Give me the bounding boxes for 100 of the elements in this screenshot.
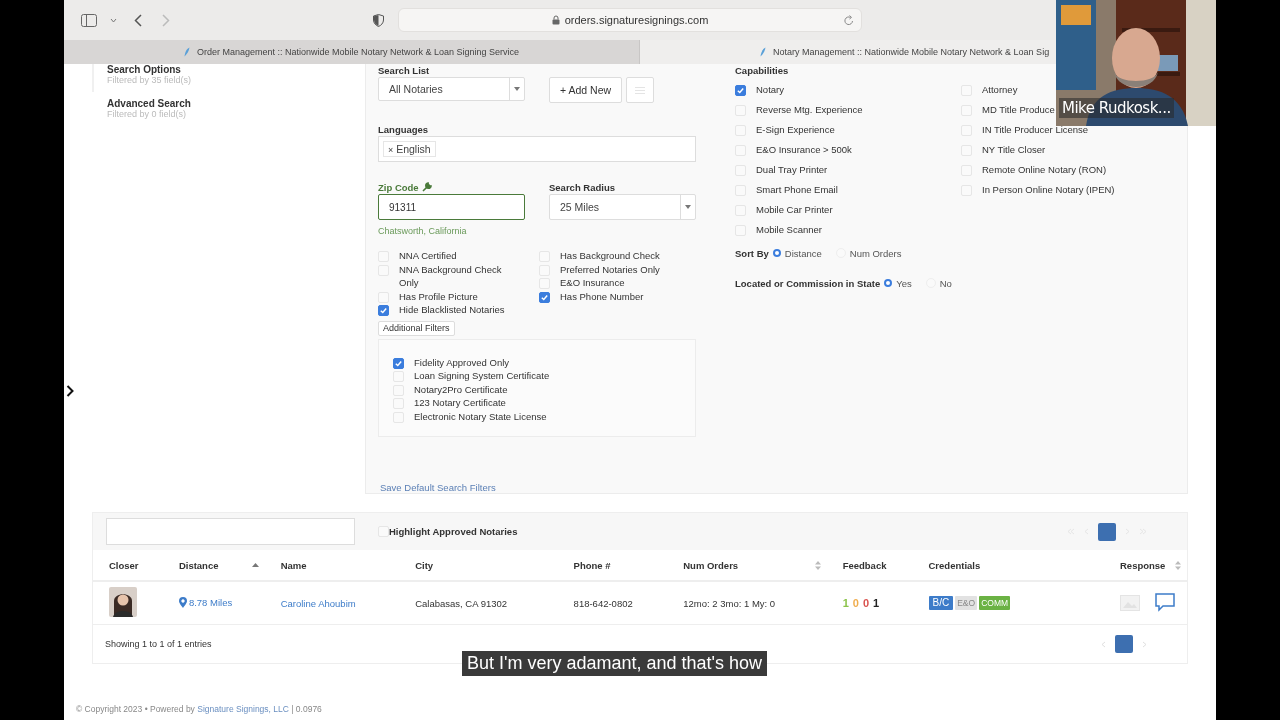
quill-icon (183, 47, 190, 57)
wrench-icon (421, 182, 432, 192)
current-page-button[interactable] (1098, 522, 1116, 541)
entries-info: Showing 1 to 1 of 1 entries (105, 639, 212, 649)
radio-label: Yes (896, 277, 912, 289)
checkbox-label: NNA Background Check Only (399, 262, 503, 290)
checkbox-label: Dual Tray Printer (756, 163, 828, 177)
footer-text: © Copyright 2023 • Powered by Signature Signings, LLC | 0.0976 (76, 704, 323, 714)
sort-icon[interactable] (814, 560, 821, 570)
shield-icon[interactable] (373, 13, 384, 27)
search-radius-select[interactable]: 25 Miles (549, 194, 696, 220)
checkbox-label: Notary (756, 83, 784, 97)
checkbox-label: NY Title Closer (982, 143, 1046, 157)
lock-icon (551, 15, 560, 25)
column-header[interactable]: Phone # (573, 559, 611, 571)
search-field[interactable] (106, 518, 355, 545)
radio-button[interactable] (772, 249, 781, 257)
column-header[interactable]: City (415, 559, 434, 571)
table-cell: Calabasas, CA 91302 (415, 597, 508, 609)
checkbox-label: MD Title Produce (982, 103, 1055, 117)
chevron-down-icon[interactable] (110, 17, 117, 23)
languages-field[interactable]: × English (378, 136, 696, 162)
radio-label: No (939, 277, 952, 289)
checkbox[interactable] (393, 357, 404, 369)
checkbox-label: E&O Insurance > 500k (756, 143, 852, 157)
field-label: Sort By (735, 247, 769, 259)
credential-tag: E&O (955, 596, 978, 610)
chat-icon[interactable] (1155, 593, 1175, 613)
address-bar[interactable]: orders.signaturesignings.com (398, 8, 862, 32)
previous-page-icon[interactable] (1101, 640, 1106, 648)
checkbox-label: In Person Online Notary (IPEN) (982, 183, 1115, 197)
caret-icon (685, 205, 691, 209)
column-header[interactable]: Closer (109, 559, 139, 571)
caption-text: But I'm very adamant, and that's how (462, 651, 768, 676)
checkbox[interactable] (735, 85, 746, 96)
sort-icon[interactable] (1175, 560, 1181, 570)
additional-filters-button[interactable]: Additional Filters (378, 320, 455, 336)
field-label: Languages (378, 123, 430, 135)
participant-name: Mike Rudkosk... (1059, 98, 1174, 118)
company-link[interactable]: Signature Signings, LLC (197, 704, 289, 714)
radio-button[interactable] (884, 279, 893, 287)
menu-button[interactable] (626, 77, 655, 103)
checkbox-label: Mobile Car Printer (756, 203, 833, 217)
checkbox-label: E&O Insurance (560, 276, 625, 290)
checkbox-label: Remote Online Notary (RON) (982, 163, 1107, 177)
credential-tag: COMM (979, 596, 1011, 610)
column-header[interactable]: Name (280, 559, 307, 571)
checkbox-label: Mobile Scanner (756, 223, 822, 237)
distance-link[interactable]: 8.78 Miles (178, 596, 233, 608)
search-list-select[interactable]: All Notaries (378, 77, 525, 101)
browser-tab[interactable]: Notary Management :: Nationwide Mobile Notary Network & Loan Sig (640, 40, 1056, 64)
add-new-button[interactable]: + Add New (549, 77, 623, 103)
chevron-right-icon[interactable] (66, 385, 74, 397)
table-cell: 12mo: 2 3mo: 1 My: 0 (683, 597, 776, 609)
field-label: Located or Commission in State (735, 277, 881, 289)
checkbox-label: Highlight Approved Notaries (389, 526, 518, 537)
language-tag[interactable]: × English (383, 141, 436, 157)
radio-label: Distance (784, 247, 822, 259)
quill-icon (760, 47, 766, 57)
forward-icon[interactable] (162, 13, 170, 27)
checkbox-label: 123 Notary Certificate (414, 396, 506, 410)
section-heading: Capabilities (735, 64, 790, 76)
checkbox-label: Smart Phone Email (756, 183, 838, 197)
save-filters-link[interactable]: Save Default Search Filters (378, 481, 700, 493)
column-header[interactable]: Num Orders (683, 559, 739, 571)
checkbox-label: Notary2Pro Certificate (414, 382, 508, 396)
reload-icon[interactable] (844, 15, 854, 26)
checkbox-label: Electronic Notary State License (414, 409, 547, 423)
sidebar-icon[interactable] (81, 13, 97, 27)
checkbox-label: Preferred Notaries Only (560, 262, 660, 276)
checkbox-label: Loan Signing System Certificate (414, 369, 550, 383)
back-icon[interactable] (134, 13, 142, 27)
feedback-count: 0 (852, 597, 859, 609)
checkbox-label: E-Sign Experience (756, 123, 835, 137)
checkbox-label: Has Profile Picture (399, 289, 479, 303)
caret-icon (514, 87, 520, 91)
checkbox[interactable] (378, 305, 389, 316)
column-header[interactable]: Response (1120, 559, 1166, 571)
location-text: Chatsworth, California (378, 226, 468, 236)
checkbox-label: Attorney (982, 83, 1018, 97)
checkbox-label: Hide Blacklisted Notaries (399, 303, 506, 317)
next-page-icon[interactable] (1142, 640, 1147, 648)
column-header[interactable]: Distance (178, 559, 219, 571)
avatar (109, 587, 137, 617)
image-icon[interactable] (1120, 594, 1140, 611)
checkbox[interactable] (539, 291, 550, 303)
column-header[interactable]: Feedback (842, 559, 887, 571)
menu-icon (635, 86, 646, 94)
sort-ascending-icon[interactable] (251, 563, 259, 567)
radio-label: Num Orders (849, 247, 902, 259)
checkbox-label: Reverse Mtg. Experience (756, 103, 863, 117)
feedback-count: 1 (873, 597, 880, 609)
field-label: Zip Code (378, 181, 419, 193)
notary-name-link[interactable]: Caroline Ahoubim (280, 597, 356, 609)
zip-code-input[interactable]: 91311 (378, 194, 525, 220)
column-header[interactable]: Credentials (928, 559, 981, 571)
checkbox-label: NNA Certified (399, 249, 458, 263)
sidebar-item[interactable]: Advanced Search Filtered by 0 field(s) (92, 98, 365, 126)
checkbox-label: Has Phone Number (560, 289, 644, 303)
checkbox-label: IN Title Producer License (982, 123, 1089, 137)
